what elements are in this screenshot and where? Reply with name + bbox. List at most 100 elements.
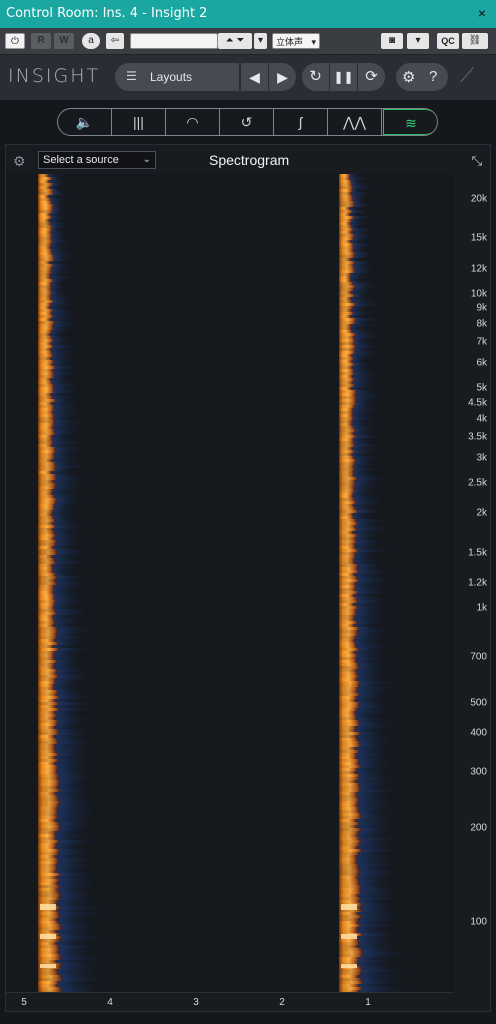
spectrogram-glow xyxy=(358,690,398,693)
layouts-button[interactable]: ☰ Layouts xyxy=(115,63,239,91)
spectrogram-glow xyxy=(54,654,88,657)
spectrogram-glow xyxy=(360,852,394,855)
pause-icon[interactable]: ❚❚ xyxy=(330,63,357,91)
spectrogram-core xyxy=(339,480,358,483)
spectrogram-glow xyxy=(55,258,73,261)
spectrogram-core xyxy=(339,411,356,414)
camera-icon[interactable]: ◙ xyxy=(381,33,403,49)
spectrogram-core xyxy=(339,522,361,525)
spectrogram-glow xyxy=(357,717,394,720)
spectrogram-core xyxy=(38,288,54,291)
qc-button[interactable]: QC xyxy=(437,33,459,49)
spectrogram-glow xyxy=(56,750,99,753)
spectrogram-glow xyxy=(58,882,101,885)
previous-layout-icon[interactable]: ◀ xyxy=(241,63,268,91)
spectrogram-glow xyxy=(351,354,380,357)
spectrogram-glow xyxy=(59,741,99,744)
spectrogram-core xyxy=(339,549,361,552)
spectrogram-glow xyxy=(60,804,101,807)
spectrogram-glow xyxy=(350,276,372,279)
gear-icon[interactable]: ⚙ xyxy=(402,68,415,86)
read-button[interactable]: R xyxy=(31,33,51,49)
spectrogram-glow xyxy=(53,345,83,348)
spectrogram-glow xyxy=(55,726,86,729)
camera-menu-icon[interactable]: ▾ xyxy=(407,33,429,49)
spectrogram-glow xyxy=(352,420,374,423)
spectrogram-glow xyxy=(58,768,92,771)
tab-meter-icon[interactable]: ◠ xyxy=(166,109,220,135)
spectrogram-glow xyxy=(51,243,69,246)
tab-loudness-icon[interactable]: 🔈 xyxy=(58,109,112,135)
source-select[interactable]: Select a source ⌄ xyxy=(38,151,156,169)
reset-icon[interactable]: ↻ xyxy=(302,63,329,91)
tab-spectrum-icon[interactable]: ⋀⋀ xyxy=(328,109,382,135)
spectrogram-core xyxy=(339,576,360,579)
help-icon[interactable]: ? xyxy=(429,68,437,85)
spectrogram-glow xyxy=(360,627,390,630)
write-button[interactable]: W xyxy=(54,33,74,49)
compare-icon[interactable]: ⇦ xyxy=(106,33,124,49)
spectrogram-plot[interactable] xyxy=(6,174,454,993)
spectrogram-core xyxy=(339,669,360,672)
spectrogram-core xyxy=(339,786,364,789)
close-icon[interactable]: × xyxy=(478,5,486,21)
spectrogram-core xyxy=(339,915,366,918)
spectrogram-core xyxy=(339,465,357,468)
channel-select[interactable]: 立体声 ▾ xyxy=(272,33,320,49)
capture-icon[interactable]: ⟳ xyxy=(358,63,385,91)
spectrogram-glow xyxy=(55,420,86,423)
spectrogram-glow xyxy=(360,750,392,753)
spectrogram-core xyxy=(339,855,360,858)
spectrogram-core xyxy=(38,579,59,582)
spectrogram-core xyxy=(38,408,57,411)
preset-field[interactable] xyxy=(130,33,218,49)
spectrogram-core xyxy=(339,507,359,510)
spectrogram-core xyxy=(339,747,359,750)
spectrogram-core xyxy=(339,399,359,402)
spectrogram-core xyxy=(38,516,57,519)
spectrogram-core xyxy=(339,366,355,369)
link-icon[interactable]: ⛓ xyxy=(462,33,488,49)
frequency-tick-label: 4k xyxy=(476,413,487,425)
spectrogram-core xyxy=(38,537,57,540)
spectrogram-glow xyxy=(59,759,95,762)
power-button[interactable]: ⏻ xyxy=(5,33,25,49)
spectrogram-glow xyxy=(359,801,400,804)
spectrogram-glow xyxy=(54,264,74,267)
spectrogram-core xyxy=(38,186,53,189)
spectrogram-core xyxy=(339,960,361,963)
preset-menu-icon[interactable]: ▾ xyxy=(254,33,267,49)
spectrogram-core xyxy=(339,870,364,873)
spectrogram-core xyxy=(339,609,359,612)
spectrogram-core xyxy=(38,387,57,390)
spectrogram-glow xyxy=(58,723,87,726)
spectrogram-core xyxy=(38,366,59,369)
spectrogram-core xyxy=(38,597,58,600)
spectrogram-core xyxy=(339,189,355,192)
spectrogram-glow xyxy=(355,339,372,342)
tab-spectrogram-icon[interactable]: ≋ xyxy=(383,109,437,135)
tab-history-icon[interactable]: ↺ xyxy=(220,109,274,135)
spectrogram-core xyxy=(339,876,361,879)
auto-icon[interactable]: a xyxy=(82,33,100,49)
spectrogram-glow xyxy=(360,783,398,786)
spectrogram-glow xyxy=(55,762,99,765)
expand-icon[interactable]: ⤡ xyxy=(472,153,482,169)
spectrogram-core xyxy=(38,219,52,222)
menu-icon: ☰ xyxy=(126,69,137,83)
layouts-label: Layouts xyxy=(150,70,193,84)
tab-levels-icon[interactable]: ||| xyxy=(112,109,166,135)
spectrogram-core xyxy=(38,651,58,654)
spectrogram-glow xyxy=(358,600,394,603)
next-layout-icon[interactable]: ▶ xyxy=(269,63,296,91)
panel-gear-icon[interactable]: ⚙ xyxy=(13,153,26,170)
spectrogram-glow xyxy=(53,240,75,243)
spectrogram-glow xyxy=(356,345,383,348)
spectrogram-core xyxy=(38,594,58,597)
tab-listening-icon[interactable]: ʃ xyxy=(274,109,328,135)
spectrogram-core xyxy=(38,861,62,864)
spectrogram-glow xyxy=(49,219,67,222)
preset-arrows-icon[interactable]: ⏶ ⏷ xyxy=(218,33,252,49)
spectrogram-core xyxy=(38,546,56,549)
spectrogram-core xyxy=(339,483,358,486)
